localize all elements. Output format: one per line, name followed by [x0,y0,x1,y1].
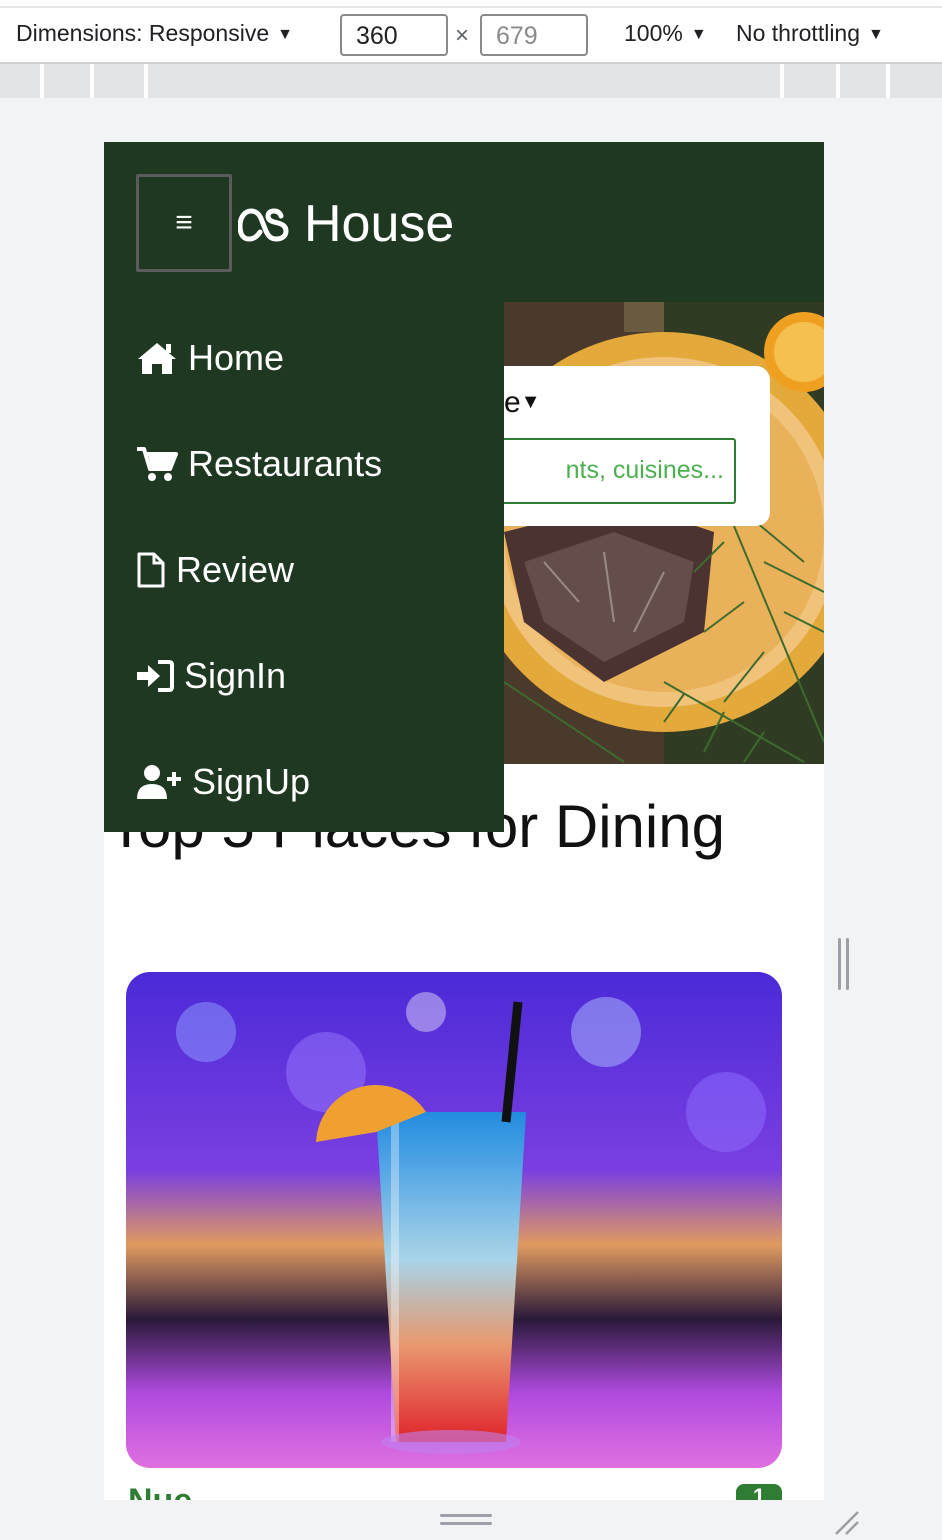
brand-name: House [304,195,455,253]
throttling-label: No throttling [736,20,861,46]
devtools-toolbar: Dimensions: Responsive ▼ 360 × 679 100% ▼ … [0,0,942,64]
cart-icon [137,447,178,481]
file-icon [137,552,165,588]
brand[interactable]: House [238,194,454,254]
right-resize-handle[interactable] [846,938,849,990]
ruler-divider [780,64,784,98]
chevron-down-icon: ▼ [277,26,293,43]
drawer-item-label: SignUp [192,761,311,802]
bottom-resize-handle[interactable] [440,1522,492,1525]
right-resize-handle[interactable] [838,938,841,990]
sign-in-icon [137,660,174,692]
chevron-down-icon: ▼ [868,26,884,43]
drawer-item-label: Home [188,337,285,378]
rank-badge: 1 [736,1484,782,1500]
ruler-divider [144,64,148,98]
dimensions-dropdown[interactable]: Dimensions: Responsive ▼ [16,20,293,47]
devtools-top-border [0,6,942,8]
restaurant-card-image[interactable] [126,972,782,1468]
drawer-item-label: Restaurants [188,443,383,484]
restaurant-card-title[interactable]: Nue [128,1482,192,1500]
search-card: e▼ nts, cuisines... [484,366,770,526]
zoom-label: 100% [624,20,683,46]
side-drawer: Home Restaurants Review SignIn SignUp [104,302,504,832]
search-input[interactable]: nts, cuisines... [484,438,736,504]
bottom-resize-gutter [104,1500,864,1540]
cocktail-image [126,972,782,1468]
right-resize-gutter [824,142,864,1500]
drawer-item-home[interactable]: Home [136,328,284,388]
throttling-dropdown[interactable]: No throttling ▼ [736,20,884,47]
menu-toggle-button[interactable]: ≡ [136,174,232,272]
ruler-divider [40,64,44,98]
ruler-divider [886,64,890,98]
emulated-viewport: ≡ House e▼ nts, cuisines... Dining 1 Hom… [104,142,824,1500]
drawer-item-label: Review [176,549,295,590]
width-input[interactable]: 360 [340,14,448,56]
drawer-item-label: SignIn [184,655,287,696]
corner-resize-grip-icon[interactable] [832,1508,860,1536]
drawer-item-signin[interactable]: SignIn [136,646,286,706]
bottom-resize-handle[interactable] [440,1514,492,1517]
media-query-ruler[interactable] [0,64,942,98]
hamburger-icon: ≡ [175,206,193,239]
caret-down-icon: ▼ [520,391,541,413]
lastfm-logo-icon [238,208,289,242]
site-header: ≡ House [104,142,824,302]
ruler-divider [836,64,840,98]
drawer-item-review[interactable]: Review [136,540,294,600]
zoom-dropdown[interactable]: 100% ▼ [624,20,707,47]
dimensions-label: Dimensions: Responsive [16,20,270,46]
height-input[interactable]: 679 [480,14,588,56]
ruler-divider [90,64,94,98]
search-type-dropdown[interactable]: e▼ [504,386,540,420]
chevron-down-icon: ▼ [690,26,707,43]
times-separator: × [455,22,470,49]
user-plus-icon [137,765,181,799]
drawer-item-restaurants[interactable]: Restaurants [136,434,382,494]
home-icon [138,343,176,374]
drawer-item-signup[interactable]: SignUp [136,752,310,812]
search-type-label: e [504,386,521,419]
